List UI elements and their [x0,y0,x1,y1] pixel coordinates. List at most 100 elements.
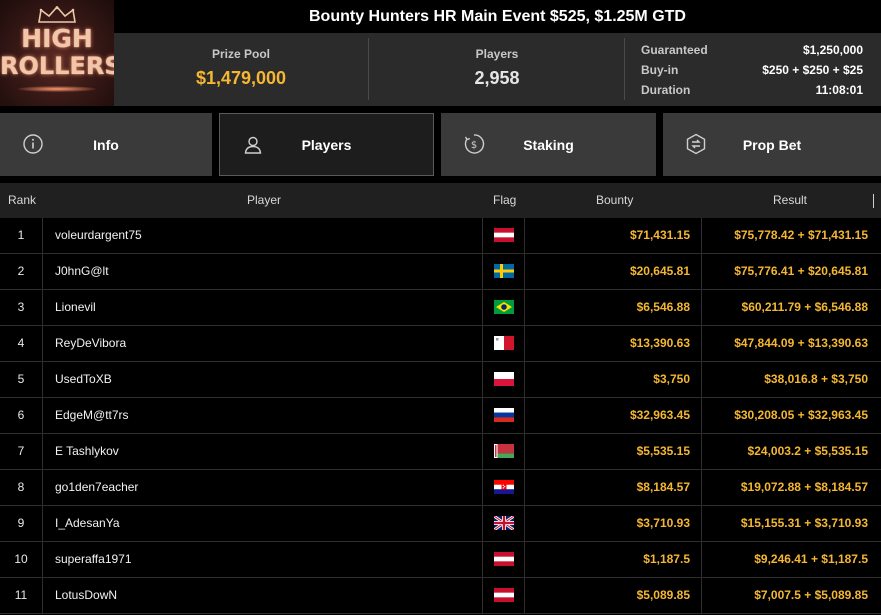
rank-cell: 5 [0,362,43,397]
rank-cell: 9 [0,506,43,541]
result-cell: $75,776.41 + $20,645.81 [734,264,868,278]
prize-pool-label: Prize Pool [211,47,270,61]
table-row[interactable]: 3 Lionevil $6,546.88 $60,211.79 + $6,546.88 [0,290,881,326]
player-name[interactable]: go1den7eacher [55,470,475,505]
player-name[interactable]: LotusDowN [55,578,475,613]
result-cell: $30,208.05 + $32,963.45 [734,408,868,422]
result-cell: $19,072.88 + $8,184.57 [740,480,868,494]
players-table-body: 1 voleurdargent75 $71,431.15 $75,778.42 + $… [0,218,881,614]
flag-cell [482,542,525,577]
belarus-flag-icon [494,444,514,458]
rank-cell: 1 [0,218,43,253]
result-cell: $60,211.79 + $6,546.88 [741,300,868,314]
rank-cell: 10 [0,542,43,577]
bounty-cell: $5,089.85 [636,588,690,602]
tab-players[interactable]: Players [219,113,434,176]
tab-staking[interactable]: $ Staking [441,113,656,176]
bounty-cell: $1,187.5 [643,552,690,566]
bounty-cell: $3,710.93 [636,516,690,530]
player-name[interactable]: I_AdesanYa [55,506,475,541]
result-cell: $38,016.8 + $3,750 [764,372,868,386]
austria-flag-icon [494,228,514,242]
header-result[interactable]: Result [773,183,807,218]
divider [368,38,369,100]
rank-cell: 6 [0,398,43,433]
player-name[interactable]: UsedToXB [55,362,475,397]
rank-cell: 3 [0,290,43,325]
prop-bet-icon [686,133,706,155]
table-row[interactable]: 10 superaffa1971 $1,187.5 $9,246.41 + $1,18… [0,542,881,578]
croatia-flag-icon [494,480,514,494]
flag-cell [482,578,525,613]
rank-cell: 7 [0,434,43,469]
rank-cell: 8 [0,470,43,505]
svg-text:$: $ [471,140,477,151]
duration-row: Duration 11:08:01 [641,80,863,100]
header-player[interactable]: Player [247,183,281,218]
flag-cell [482,506,525,541]
header-bounty[interactable]: Bounty [596,183,633,218]
player-name[interactable]: ReyDeVibora [55,326,475,361]
player-name[interactable]: J0hnG@lt [55,254,475,289]
brazil-flag-icon [494,300,514,314]
table-row[interactable]: 11 LotusDowN $5,089.85 $7,007.5 + $5,089.85 [0,578,881,614]
column-resize-handle[interactable] [873,194,874,208]
players-stat: Players 2,958 [370,33,624,106]
guaranteed-label: Guaranteed [641,43,708,57]
table-row[interactable]: 9 I_AdesanYa $3,710.93 $15,155.31 + $3,710.… [0,506,881,542]
result-cell: $15,155.31 + $3,710.93 [740,516,868,530]
player-name[interactable]: EdgeM@tt7rs [55,398,475,433]
flag-cell [482,398,525,433]
logo-glow [18,86,96,92]
bounty-cell: $5,535.15 [636,444,690,458]
austria-flag-icon [494,552,514,566]
malta-flag-icon [494,336,514,350]
player-name[interactable]: superaffa1971 [55,542,475,577]
rank-cell: 4 [0,326,43,361]
duration-label: Duration [641,83,691,97]
table-header: Rank Player Flag Bounty Result [0,183,881,218]
player-name[interactable]: Lionevil [55,290,475,325]
result-cell: $7,007.5 + $5,089.85 [754,588,868,602]
flag-cell [482,470,525,505]
result-cell: $75,778.42 + $71,431.15 [734,228,868,242]
duration-value: 11:08:01 [815,83,863,97]
bounty-cell: $6,546.88 [636,300,690,314]
user-icon [244,136,262,154]
event-title: Bounty Hunters HR Main Event $525, $1.25… [114,0,881,33]
high-rollers-logo: HIGH ROLLERS [0,0,114,106]
header-rank[interactable]: Rank [8,183,36,218]
table-row[interactable]: 6 EdgeM@tt7rs $32,963.45 $30,208.05 + $32,9… [0,398,881,434]
crown-icon [38,6,76,23]
result-cell: $47,844.09 + $13,390.63 [734,336,868,350]
sweden-flag-icon [494,264,514,278]
tab-info[interactable]: Info [0,113,212,176]
bounty-cell: $32,963.45 [629,408,690,422]
bounty-cell: $71,431.15 [629,228,690,242]
rank-cell: 11 [0,578,43,613]
info-icon [23,134,43,154]
rank-cell: 2 [0,254,43,289]
bounty-cell: $13,390.63 [629,336,690,350]
event-details: Guaranteed $1,250,000 Buy-in $250 + $250… [641,40,863,100]
bounty-cell: $20,645.81 [629,264,690,278]
flag-cell [482,290,525,325]
result-cell: $24,003.2 + $5,535.15 [747,444,868,458]
poland-flag-icon [494,372,514,386]
divider [624,38,625,100]
event-stats-panel: Prize Pool $1,479,000 Players 2,958 Guar… [114,33,881,106]
table-row[interactable]: 5 UsedToXB $3,750 $38,016.8 + $3,750 [0,362,881,398]
buyin-value: $250 + $250 + $25 [762,63,863,77]
table-row[interactable]: 1 voleurdargent75 $71,431.15 $75,778.42 + $… [0,218,881,254]
players-value: 2,958 [474,68,520,88]
header-flag[interactable]: Flag [493,183,516,218]
table-row[interactable]: 2 J0hnG@lt $20,645.81 $75,776.41 + $20,645.… [0,254,881,290]
buyin-row: Buy-in $250 + $250 + $25 [641,60,863,80]
table-row[interactable]: 8 go1den7eacher $8,184.57 $19,072.88 + $8,1… [0,470,881,506]
player-name[interactable]: voleurdargent75 [55,218,475,253]
prize-pool-stat: Prize Pool $1,479,000 [114,33,368,106]
table-row[interactable]: 7 E Tashlykov $5,535.15 $24,003.2 + $5,535.… [0,434,881,470]
player-name[interactable]: E Tashlykov [55,434,475,469]
table-row[interactable]: 4 ReyDeVibora $13,390.63 $47,844.09 + $13,3… [0,326,881,362]
tab-prop-bet[interactable]: Prop Bet [663,113,881,176]
